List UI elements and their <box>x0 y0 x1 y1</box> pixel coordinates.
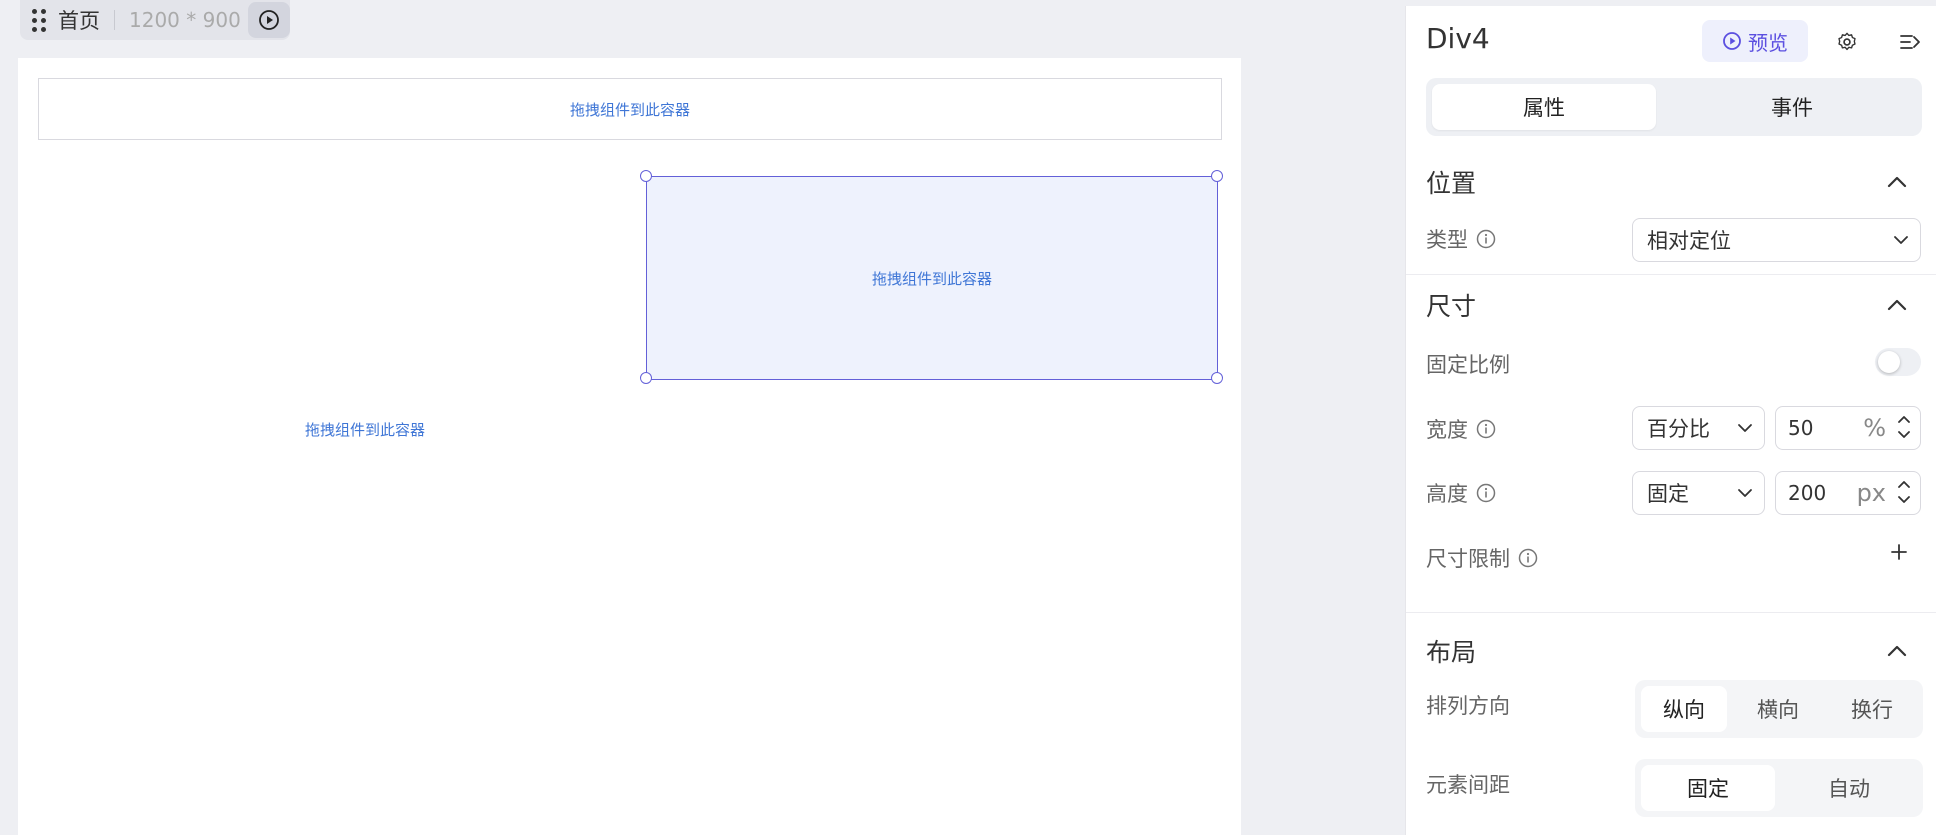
direction-segmented: 纵向 横向 换行 <box>1635 680 1923 738</box>
play-circle-icon <box>1723 32 1741 50</box>
width-unit: % <box>1863 414 1886 442</box>
preview-button[interactable]: 预览 <box>1702 20 1808 62</box>
collapse-panel-icon <box>1900 35 1920 49</box>
size-limit-label-row: 尺寸限制 <box>1426 543 1538 573</box>
width-label: 宽度 <box>1426 418 1468 442</box>
chevron-down-icon <box>1738 424 1752 432</box>
run-button[interactable] <box>248 2 290 38</box>
info-icon[interactable] <box>1476 229 1496 249</box>
divider <box>114 10 115 30</box>
section-position-title: 位置 <box>1426 169 1477 198</box>
section-size-title: 尺寸 <box>1426 292 1477 321</box>
height-mode-select[interactable]: 固定 <box>1632 471 1765 515</box>
direction-option-horizontal[interactable]: 横向 <box>1735 686 1821 732</box>
preview-label: 预览 <box>1748 30 1788 55</box>
settings-button[interactable] <box>1831 26 1863 58</box>
page-name: 首页 <box>58 9 100 33</box>
info-icon[interactable] <box>1476 483 1496 503</box>
height-unit: px <box>1856 479 1886 507</box>
gap-segmented: 固定 自动 <box>1635 759 1923 817</box>
chevron-up-icon[interactable] <box>1884 638 1910 664</box>
width-value: 50 <box>1788 416 1814 440</box>
chevron-down-icon <box>1738 489 1752 497</box>
container-top[interactable]: 拖拽组件到此容器 <box>38 78 1222 140</box>
stepper-icon[interactable] <box>1896 476 1912 508</box>
lock-ratio-toggle[interactable] <box>1875 348 1921 376</box>
drop-hint: 拖拽组件到此容器 <box>305 420 426 439</box>
canvas-area: 首页 1200 * 900 拖拽组件到此容器 拖拽组件到此容器 拖拽组件到此容器 <box>0 0 1392 835</box>
type-label: 类型 <box>1426 228 1468 252</box>
position-type-select[interactable]: 相对定位 <box>1632 218 1921 262</box>
section-layout-title: 布局 <box>1426 638 1477 667</box>
drop-hint: 拖拽组件到此容器 <box>569 100 690 119</box>
container-div4-selected[interactable]: 拖拽组件到此容器 <box>646 176 1218 380</box>
section-divider <box>1406 612 1936 613</box>
width-input[interactable]: 50 % <box>1775 406 1921 450</box>
height-label: 高度 <box>1426 482 1468 506</box>
chevron-up-icon[interactable] <box>1884 292 1910 318</box>
chevron-down-icon <box>1894 236 1908 244</box>
height-value: 200 <box>1788 481 1827 505</box>
panel-tabs: 属性 事件 <box>1426 78 1922 136</box>
info-icon[interactable] <box>1518 548 1538 568</box>
size-limit-label: 尺寸限制 <box>1426 547 1510 571</box>
container-left[interactable]: 拖拽组件到此容器 <box>38 398 688 460</box>
gear-icon <box>1838 32 1856 51</box>
position-type-value: 相对定位 <box>1647 229 1731 253</box>
width-label-row: 宽度 <box>1426 414 1496 444</box>
direction-option-wrap[interactable]: 换行 <box>1829 686 1915 732</box>
gap-option-fixed[interactable]: 固定 <box>1641 765 1775 811</box>
drop-hint: 拖拽组件到此容器 <box>871 269 992 288</box>
width-mode-select[interactable]: 百分比 <box>1632 406 1765 450</box>
resize-handle-bottom-left[interactable] <box>640 372 652 384</box>
info-icon[interactable] <box>1476 419 1496 439</box>
resize-handle-top-right[interactable] <box>1211 170 1223 182</box>
gap-label: 元素间距 <box>1426 773 1510 797</box>
component-name: Div4 <box>1426 22 1490 55</box>
resize-handle-bottom-right[interactable] <box>1211 372 1223 384</box>
tab-properties[interactable]: 属性 <box>1432 84 1656 130</box>
collapse-panel-button[interactable] <box>1894 26 1926 58</box>
drag-handle-icon[interactable] <box>32 8 46 32</box>
direction-label: 排列方向 <box>1426 694 1510 718</box>
add-size-limit-icon[interactable] <box>1890 543 1908 561</box>
page-size: 1200 * 900 <box>129 8 241 32</box>
page-tab[interactable]: 首页 1200 * 900 <box>20 0 290 40</box>
play-circle-icon <box>259 10 279 30</box>
chevron-up-icon[interactable] <box>1884 169 1910 195</box>
toggle-knob <box>1878 351 1900 373</box>
resize-handle-top-left[interactable] <box>640 170 652 182</box>
gap-option-auto[interactable]: 自动 <box>1781 765 1917 811</box>
properties-panel: Div4 预览 属性 事件 位置 类型 相对定位 尺寸 固定比例 宽度 百分比 … <box>1405 6 1936 835</box>
type-label-row: 类型 <box>1426 224 1496 254</box>
height-label-row: 高度 <box>1426 478 1496 508</box>
direction-option-vertical[interactable]: 纵向 <box>1641 686 1727 732</box>
height-input[interactable]: 200 px <box>1775 471 1921 515</box>
stepper-icon[interactable] <box>1896 411 1912 443</box>
section-divider <box>1406 274 1936 275</box>
lock-ratio-label: 固定比例 <box>1426 353 1510 377</box>
width-mode-value: 百分比 <box>1647 417 1710 441</box>
height-mode-value: 固定 <box>1647 482 1689 506</box>
design-page[interactable]: 拖拽组件到此容器 拖拽组件到此容器 拖拽组件到此容器 <box>18 58 1241 835</box>
tab-events[interactable]: 事件 <box>1680 84 1904 130</box>
